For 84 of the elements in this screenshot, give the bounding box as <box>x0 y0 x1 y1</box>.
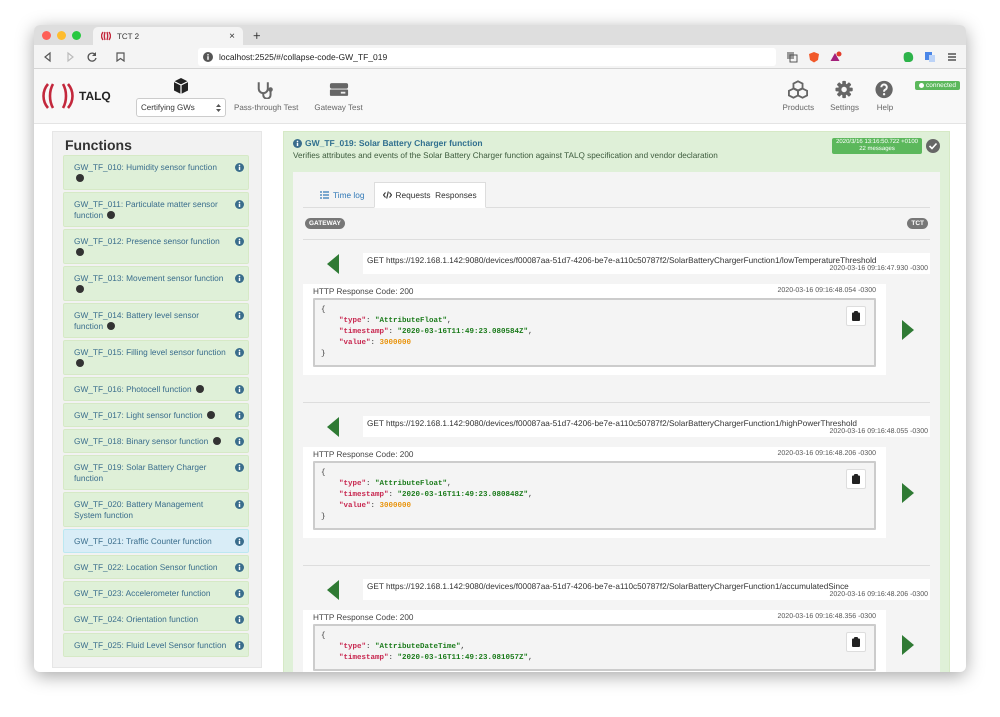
nav-item[interactable]: Gateway Test <box>306 80 371 112</box>
right-arrow-icon <box>902 634 914 654</box>
clipboard-icon <box>852 311 860 321</box>
tab[interactable]: Time log <box>311 182 374 208</box>
sidebar-item[interactable]: GW_TF_021: Traffic Counter function <box>63 529 249 553</box>
info-icon[interactable] <box>235 311 244 320</box>
info-icon[interactable] <box>235 537 244 546</box>
info-icon[interactable] <box>235 237 244 246</box>
cubes-icon <box>788 80 808 99</box>
bookmark-icon[interactable] <box>116 52 125 62</box>
copy-button[interactable] <box>846 306 866 326</box>
sidebar-item[interactable]: GW_TF_013: Movement sensor function <box>63 266 249 301</box>
server-icon <box>328 80 348 99</box>
sidebar-item[interactable]: GW_TF_025: Fluid Level Sensor function <box>63 633 249 657</box>
function-title: GW_TF_019: Solar Battery Charger function <box>305 138 483 148</box>
sidebar-item[interactable]: GW_TF_012: Presence sensor function <box>63 229 249 264</box>
info-icon[interactable] <box>235 589 244 598</box>
info-icon[interactable] <box>235 500 244 509</box>
info-icon[interactable] <box>235 200 244 209</box>
info-icon[interactable] <box>235 437 244 446</box>
right-arrow-icon <box>902 482 914 502</box>
left-arrow-icon <box>327 580 339 600</box>
request-line: GET https://192.168.1.142:9080/devices/f00087aa-51d7-4206-be7e-a110c50787f2/SolarBatteryChargerFunction1/accumulatedSince <box>367 582 850 591</box>
caret-icon <box>216 104 221 112</box>
info-icon[interactable] <box>235 615 244 624</box>
box-icon <box>172 77 190 95</box>
nav-item[interactable]: Settings <box>822 80 867 112</box>
function-description: Verifies attributes and events of the Solar Battery Charger function against TALQ specification and vendor declaration <box>293 151 718 160</box>
help-icon <box>875 80 895 99</box>
sidebar-item[interactable]: GW_TF_023: Accelerometer function <box>63 581 249 605</box>
info-icon[interactable] <box>235 385 244 394</box>
nav-item[interactable]: Pass-through Test <box>226 80 306 112</box>
info-icon[interactable] <box>203 52 213 62</box>
url-text: localhost:2525/#/collapse-code-GW_TF_019 <box>219 52 388 62</box>
response-status: HTTP Response Code: 200 <box>313 287 414 296</box>
clipboard-icon <box>852 637 860 647</box>
left-arrow-icon <box>327 254 339 274</box>
sidebar-item[interactable]: GW_TF_018: Binary sensor function <box>63 429 249 453</box>
sidebar-item[interactable]: GW_TF_011: Particulate matter sensor function <box>63 192 249 227</box>
sidebar-item[interactable]: GW_TF_010: Humidity sensor function <box>63 155 249 190</box>
sidebar-title: Functions <box>65 137 133 153</box>
info-icon[interactable] <box>235 163 244 172</box>
settings-icon <box>834 80 855 99</box>
info-icon[interactable] <box>235 563 244 572</box>
list-icon <box>320 191 329 199</box>
sidebar-item[interactable]: GW_TF_014: Battery level sensor function <box>63 303 249 338</box>
request-line: GET https://192.168.1.142:9080/devices/f00087aa-51d7-4206-be7e-a110c50787f2/SolarBatteryChargerFunction1/lowTemperatureThreshold <box>367 256 878 265</box>
info-icon[interactable] <box>235 411 244 420</box>
sidebar-item[interactable]: GW_TF_015: Filling level sensor function <box>63 340 249 375</box>
copy-button[interactable] <box>846 632 866 652</box>
shield-icon[interactable] <box>808 50 820 62</box>
sidebar-item[interactable]: GW_TF_017: Light sensor function <box>63 403 249 427</box>
info-icon[interactable] <box>293 139 302 148</box>
response-status: HTTP Response Code: 200 <box>313 613 414 622</box>
request-line: GET https://192.168.1.142:9080/devices/f00087aa-51d7-4206-be7e-a110c50787f2/SolarBatteryChargerFunction1/highPowerThreshold <box>367 419 858 428</box>
tab[interactable]: Requests Responses <box>374 182 486 208</box>
left-arrow-icon <box>327 416 339 436</box>
info-icon[interactable] <box>235 274 244 283</box>
triangle-icon[interactable] <box>830 50 842 62</box>
nav-item[interactable]: Products <box>774 80 822 112</box>
logo-icon <box>40 83 76 109</box>
info-icon[interactable] <box>235 348 244 357</box>
check-icon <box>926 139 940 153</box>
menu-icon[interactable] <box>946 50 958 62</box>
sidebar-item[interactable]: GW_TF_019: Solar Battery Charger function <box>63 455 249 490</box>
sidebar-item[interactable]: GW_TF_016: Photocell function <box>63 377 249 401</box>
browser-tab[interactable]: TCT 2 × <box>93 27 243 45</box>
new-tab-button[interactable]: + <box>249 28 265 42</box>
response-status: HTTP Response Code: 200 <box>313 450 414 459</box>
close-tab-button[interactable]: × <box>229 30 235 42</box>
sidebar-item[interactable]: GW_TF_020: Battery Management System function <box>63 492 249 527</box>
nav-item[interactable]: Help <box>867 80 903 112</box>
reload-icon[interactable] <box>86 50 98 62</box>
clipboard-icon <box>852 474 860 484</box>
copy-button[interactable] <box>846 469 866 489</box>
right-arrow-icon <box>902 320 914 340</box>
info-icon[interactable] <box>235 463 244 472</box>
logo-text: TALQ <box>79 89 111 103</box>
code-icon <box>382 191 392 199</box>
sidebar-item[interactable]: GW_TF_022: Location Sensor function <box>63 555 249 579</box>
mode-select[interactable]: Certifying GWs <box>136 98 226 117</box>
info-icon[interactable] <box>235 641 244 650</box>
sidebar-item[interactable]: GW_TF_024: Orientation function <box>63 607 249 631</box>
favicon-icon <box>101 31 111 41</box>
